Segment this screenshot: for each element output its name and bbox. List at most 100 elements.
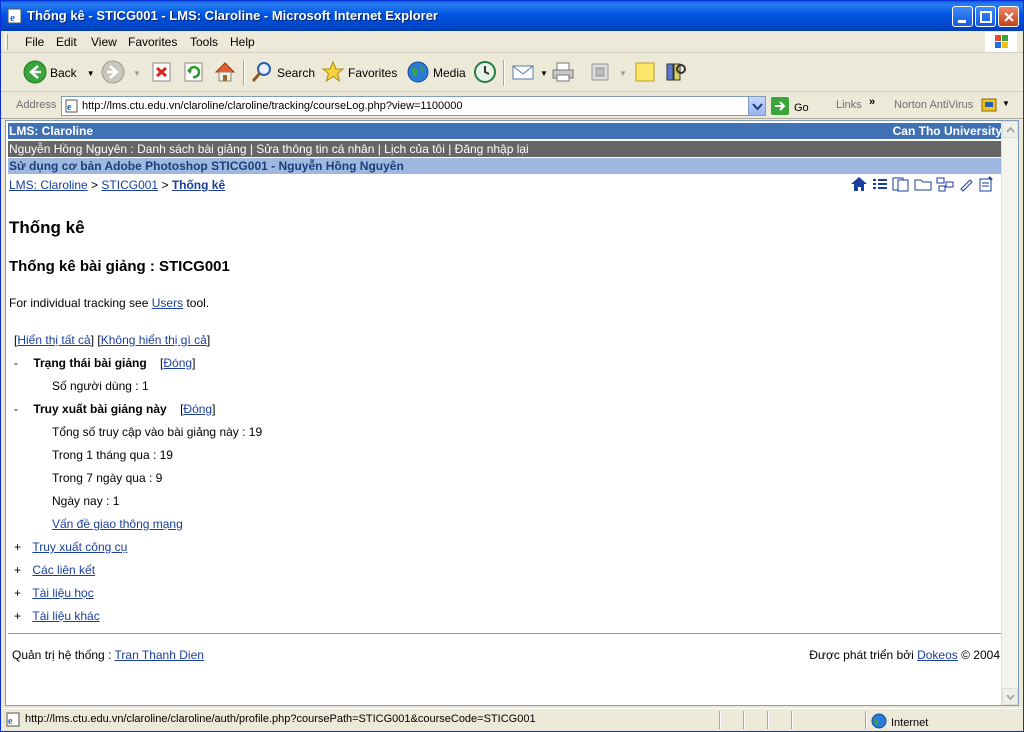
traffic-item: Vấn đề giao thông mạng bbox=[52, 517, 183, 531]
tool-access-link[interactable]: Truy xuất công cụ bbox=[32, 540, 127, 554]
favorites-button[interactable]: Favorites bbox=[321, 59, 397, 87]
section-other-docs: + Tài liệu khác bbox=[14, 609, 100, 623]
menu-file[interactable]: File bbox=[25, 35, 44, 49]
mail-button[interactable]: ▼ bbox=[511, 59, 548, 87]
users-tool-link[interactable]: Users bbox=[152, 296, 183, 310]
menu-grip bbox=[5, 34, 8, 50]
footer-divider bbox=[8, 633, 1002, 634]
links-section-link[interactable]: Các liên kết bbox=[32, 563, 95, 577]
browser-window: e Thống kê - STICG001 - LMS: Claroline -… bbox=[0, 0, 1024, 732]
breadcrumb-root-link[interactable]: LMS: Claroline bbox=[9, 178, 88, 192]
menu-favorites[interactable]: Favorites bbox=[128, 35, 177, 49]
back-dropdown-icon[interactable]: ▼ bbox=[87, 69, 95, 78]
history-button[interactable] bbox=[473, 59, 497, 87]
stop-button[interactable] bbox=[151, 59, 173, 87]
breadcrumb-current-link[interactable]: Thống kê bbox=[172, 178, 225, 192]
norton-icon[interactable] bbox=[981, 97, 997, 116]
page-subtitle: Thống kê bài giảng : STICG001 bbox=[9, 258, 230, 275]
close-access-link[interactable]: Đóng bbox=[183, 402, 212, 416]
security-zone[interactable]: Internet bbox=[871, 713, 928, 732]
edit-pencil-icon[interactable] bbox=[958, 176, 974, 195]
window-title: Thống kê - STICG001 - LMS: Claroline - M… bbox=[27, 8, 438, 23]
course-title: Sử dụng cơ bản Adobe Photoshop STICG001 … bbox=[9, 159, 404, 173]
close-button[interactable] bbox=[998, 6, 1019, 27]
show-hide-controls: [Hiển thị tất cả] [Không hiển thị gì cả] bbox=[14, 333, 211, 347]
norton-dropdown-icon[interactable]: ▼ bbox=[1002, 99, 1010, 108]
title-bar[interactable]: e Thống kê - STICG001 - LMS: Claroline -… bbox=[1, 1, 1023, 31]
links-chevron-icon[interactable]: » bbox=[869, 96, 875, 108]
course-home-icon[interactable] bbox=[850, 176, 868, 195]
discuss-button[interactable] bbox=[633, 59, 657, 87]
vertical-scrollbar[interactable] bbox=[1001, 121, 1018, 705]
go-button[interactable]: Go bbox=[771, 97, 809, 118]
month-access: Trong 1 tháng qua : 19 bbox=[52, 448, 173, 462]
mail-dropdown-icon[interactable]: ▼ bbox=[540, 69, 548, 78]
media-globe-icon bbox=[406, 60, 430, 87]
refresh-button[interactable] bbox=[183, 59, 205, 87]
menu-tools[interactable]: Tools bbox=[190, 35, 218, 49]
scroll-down-icon[interactable] bbox=[1002, 688, 1018, 705]
svg-text:e: e bbox=[8, 716, 13, 727]
show-none-link[interactable]: Không hiển thị gì cả bbox=[101, 333, 207, 347]
menu-help[interactable]: Help bbox=[230, 35, 255, 49]
page-title: Thống kê bbox=[9, 218, 85, 237]
scroll-up-icon[interactable] bbox=[1002, 121, 1018, 138]
section-title: Trạng thái bài giảng bbox=[33, 356, 147, 370]
forward-dropdown-icon[interactable]: ▼ bbox=[133, 69, 141, 78]
folder-icon[interactable] bbox=[914, 176, 932, 195]
documents-icon[interactable] bbox=[892, 176, 910, 195]
section-title: Truy xuất bài giảng này bbox=[33, 402, 167, 416]
total-access: Tổng số truy cập vào bài giảng này : 19 bbox=[52, 425, 263, 439]
powered-suffix: © 2004 bbox=[961, 648, 1000, 662]
admin-link[interactable]: Tran Thanh Dien bbox=[115, 648, 204, 662]
status-url: http://lms.ctu.edu.vn/claroline/clarolin… bbox=[25, 713, 536, 725]
address-url[interactable]: http://lms.ctu.edu.vn/claroline/clarolin… bbox=[82, 100, 462, 112]
section-marker: - bbox=[14, 402, 18, 416]
back-arrow-icon bbox=[23, 60, 47, 87]
home-icon bbox=[213, 60, 237, 87]
edit-dropdown-icon[interactable]: ▼ bbox=[619, 69, 627, 78]
expand-marker: + bbox=[14, 540, 22, 554]
learning-docs-link[interactable]: Tài liệu học bbox=[32, 586, 93, 600]
dokeos-link[interactable]: Dokeos bbox=[917, 648, 958, 662]
edit-button[interactable]: ▼ bbox=[589, 59, 627, 87]
section-learning-docs: + Tài liệu học bbox=[14, 586, 94, 600]
internet-globe-icon bbox=[871, 713, 887, 732]
menu-view[interactable]: View bbox=[91, 35, 117, 49]
users-count: Số người dùng : 1 bbox=[52, 379, 149, 393]
research-button[interactable] bbox=[664, 59, 688, 87]
intro-prefix: For individual tracking see bbox=[9, 296, 149, 310]
close-status-link[interactable]: Đóng bbox=[163, 356, 192, 370]
back-button[interactable]: Back ▼ bbox=[23, 59, 95, 87]
search-button[interactable]: Search bbox=[250, 59, 315, 87]
svg-text:e: e bbox=[10, 12, 15, 24]
status-bar: e http://lms.ctu.edu.vn/claroline/clarol… bbox=[1, 708, 1023, 731]
powered-prefix: Được phát triển bởi bbox=[809, 648, 914, 662]
breadcrumb-course-link[interactable]: STICG001 bbox=[101, 178, 158, 192]
breadcrumb: LMS: Claroline > STICG001 > Thống kê bbox=[9, 178, 225, 192]
address-input[interactable]: e http://lms.ctu.edu.vn/claroline/clarol… bbox=[61, 96, 766, 116]
print-button[interactable] bbox=[551, 59, 575, 87]
minimize-button[interactable] bbox=[952, 6, 973, 27]
forward-button[interactable]: ▼ bbox=[101, 59, 141, 87]
address-dropdown-icon[interactable] bbox=[748, 97, 765, 115]
norton-antivirus[interactable]: Norton AntiVirus bbox=[894, 99, 973, 111]
expand-marker: + bbox=[14, 609, 22, 623]
refresh-icon bbox=[183, 61, 205, 86]
links-toolbar[interactable]: Links bbox=[836, 99, 862, 111]
show-all-link[interactable]: Hiển thị tất cả bbox=[17, 333, 90, 347]
maximize-button[interactable] bbox=[975, 6, 996, 27]
expand-marker: + bbox=[14, 563, 22, 577]
media-button[interactable]: Media bbox=[406, 59, 466, 87]
user-bar-text[interactable]: Nguyễn Hồng Nguyên : Danh sách bài giảng… bbox=[9, 142, 529, 156]
other-docs-link[interactable]: Tài liệu khác bbox=[32, 609, 99, 623]
traffic-link[interactable]: Vấn đề giao thông mạng bbox=[52, 517, 183, 531]
windows-logo-icon bbox=[985, 32, 1017, 52]
edit-page-icon bbox=[589, 61, 611, 86]
menu-edit[interactable]: Edit bbox=[56, 35, 77, 49]
notes-icon[interactable] bbox=[978, 176, 994, 195]
list-icon[interactable] bbox=[872, 176, 888, 195]
home-button[interactable] bbox=[213, 59, 237, 87]
users-network-icon[interactable] bbox=[936, 176, 954, 195]
course-tools bbox=[850, 176, 994, 195]
